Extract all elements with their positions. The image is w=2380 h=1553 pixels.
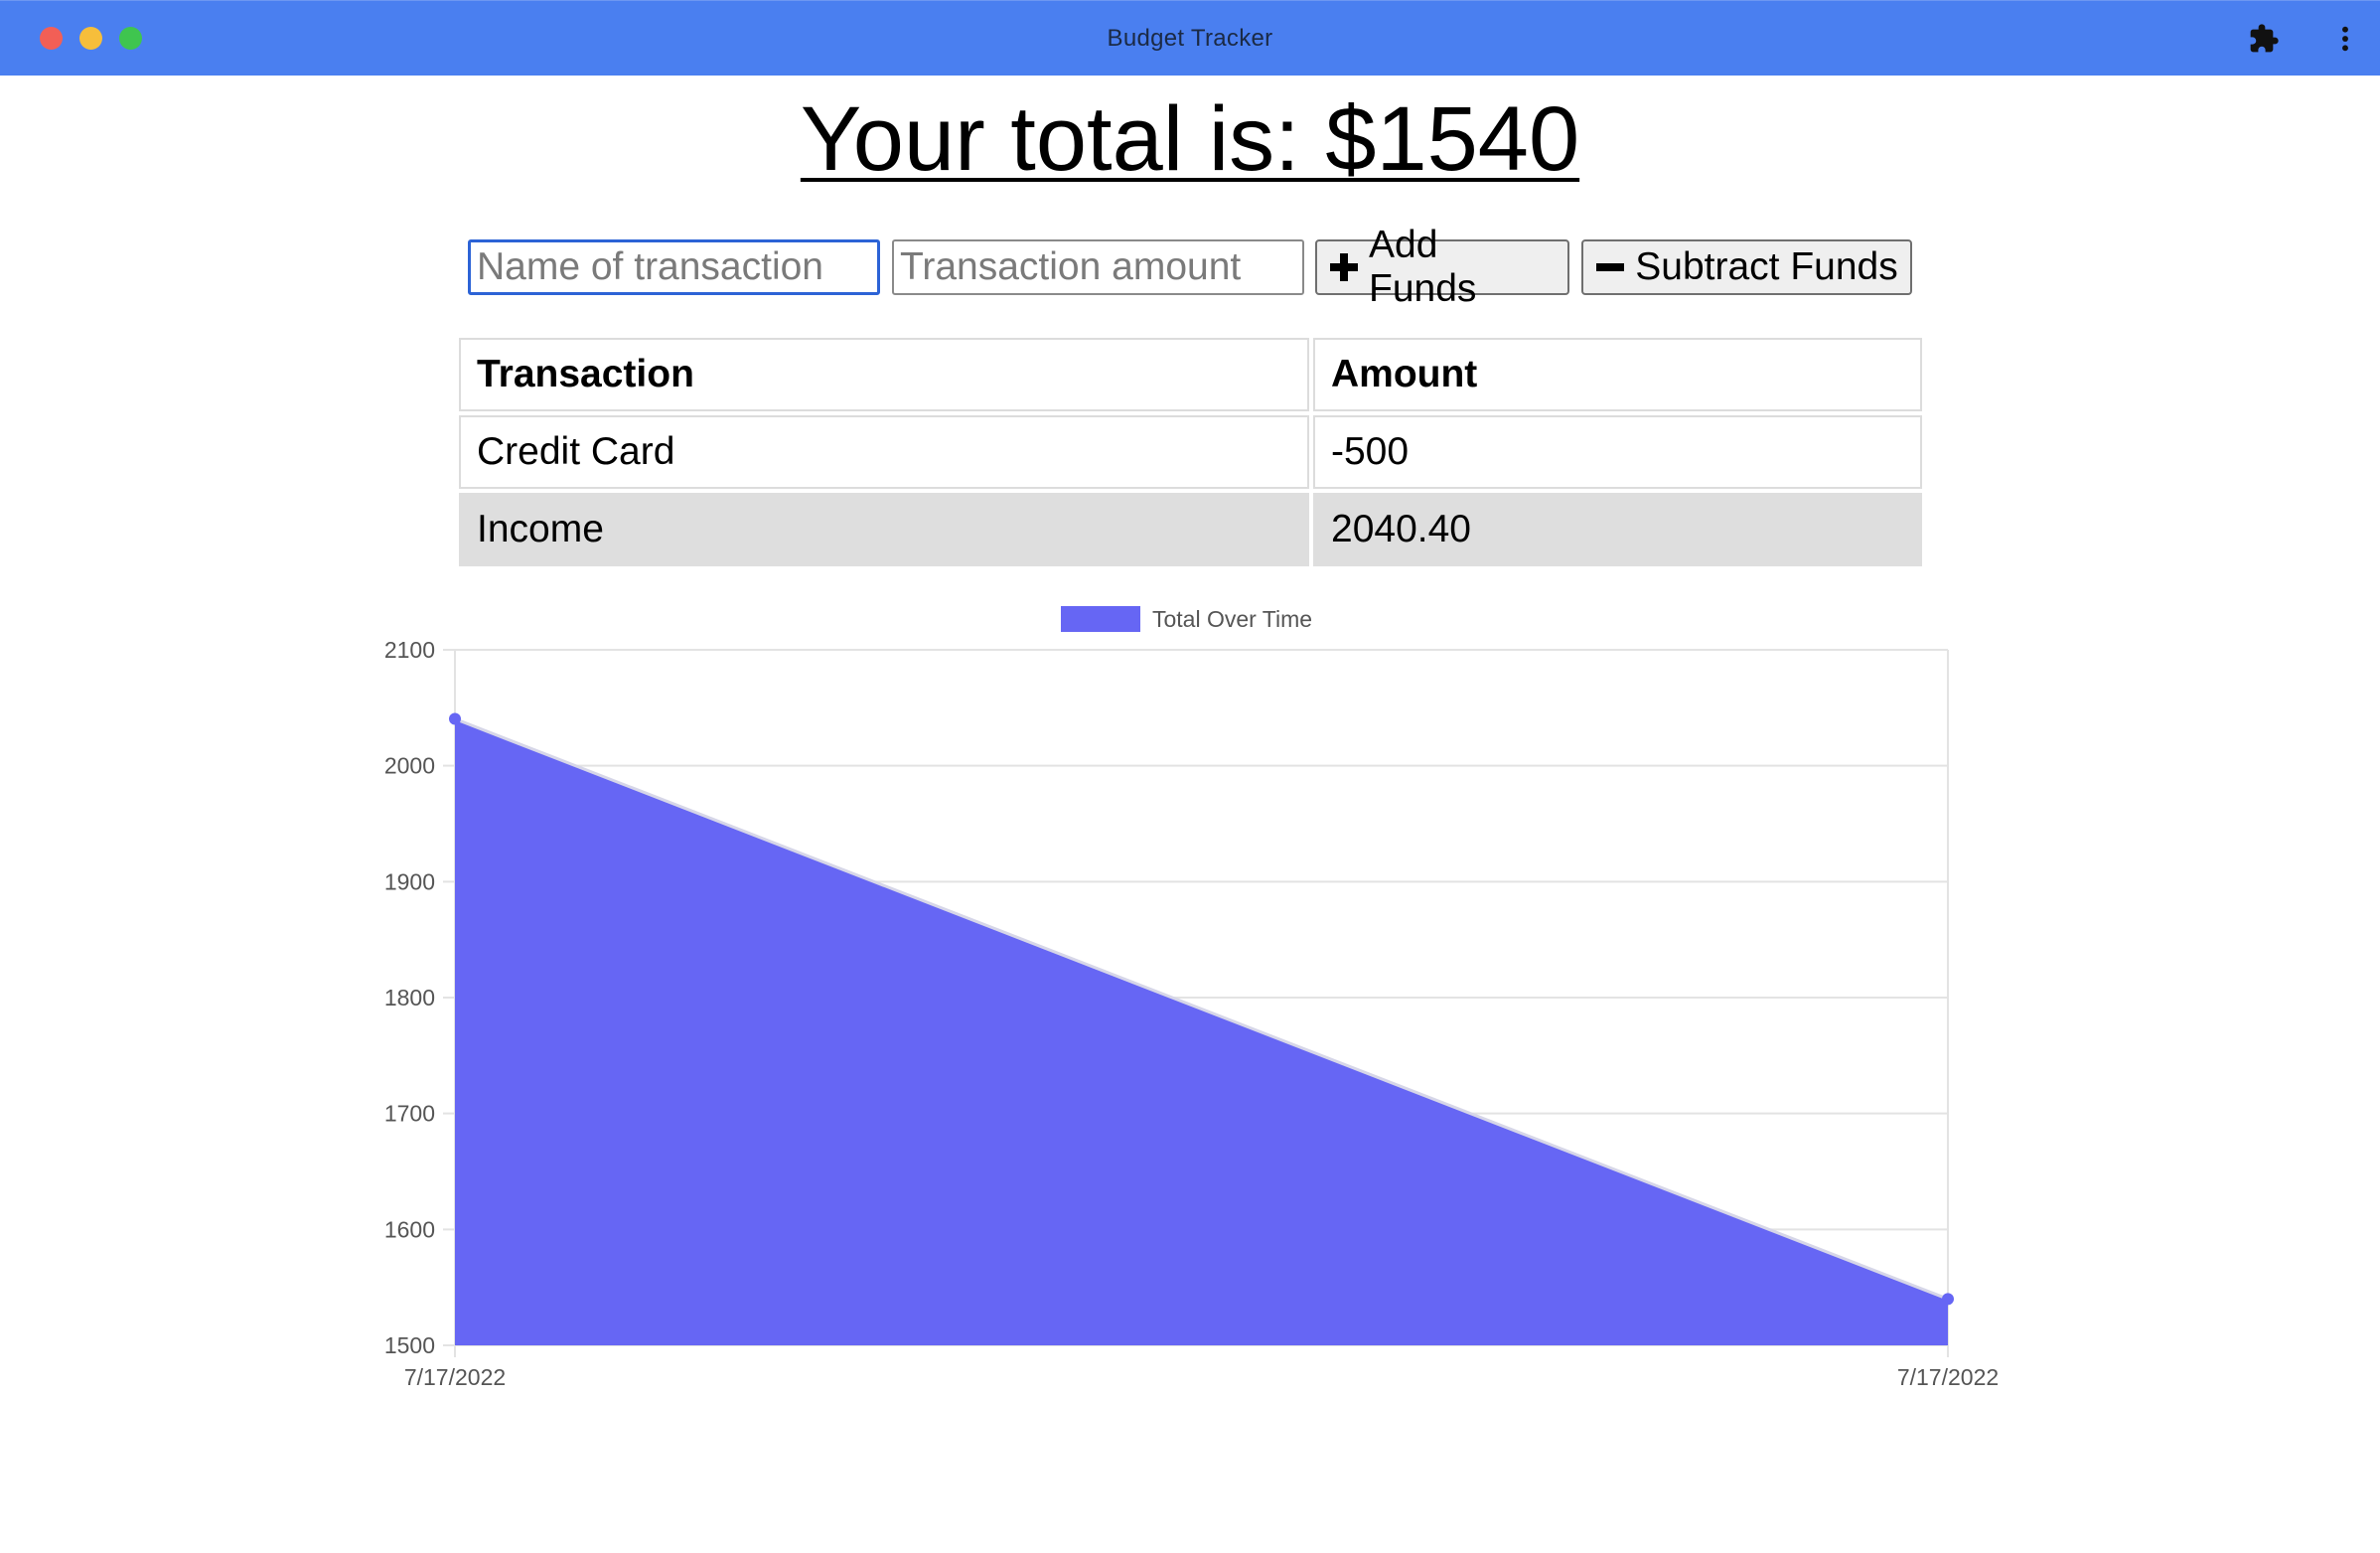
puzzle-piece-icon[interactable] — [2248, 23, 2280, 55]
minus-icon — [1596, 263, 1625, 271]
total-over-time-chart: 1500 1600 1700 1800 1900 2000 2100 Total Over T… — [384, 606, 1999, 1390]
data-point — [1942, 1293, 1954, 1306]
table-header-row: Transaction Amount — [459, 338, 1922, 411]
transaction-name-cell: Credit Card — [459, 415, 1309, 489]
plus-icon — [1330, 253, 1358, 281]
series-area — [455, 718, 1948, 1345]
window-titlebar: Budget Tracker — [0, 0, 2380, 76]
transaction-amount-cell: 2040.40 — [1313, 493, 1922, 566]
add-funds-button[interactable]: Add Funds — [1315, 224, 1569, 310]
y-tick-label: 1800 — [384, 985, 435, 1010]
transaction-name-cell: Income — [459, 493, 1309, 566]
add-funds-label: Add Funds — [1369, 224, 1477, 310]
column-header-amount: Amount — [1313, 338, 1922, 411]
transaction-name-input[interactable] — [468, 239, 880, 295]
window-title: Budget Tracker — [1107, 25, 1273, 52]
data-point — [449, 712, 461, 725]
y-tick-label: 1600 — [384, 1216, 435, 1242]
total-heading: Your total is: $1540 — [800, 88, 1580, 190]
transaction-amount-cell: -500 — [1313, 415, 1922, 489]
legend-label: Total Over Time — [1152, 606, 1312, 632]
y-tick-label: 1900 — [384, 868, 435, 894]
y-tick-label: 2000 — [384, 753, 435, 779]
more-vertical-icon[interactable] — [2329, 23, 2361, 55]
subtract-funds-label: Subtract Funds — [1635, 245, 1898, 288]
y-tick-label: 1700 — [384, 1101, 435, 1127]
subtract-funds-button[interactable]: Subtract Funds — [1581, 239, 1912, 295]
transaction-amount-input[interactable] — [892, 239, 1304, 295]
y-tick-label: 2100 — [384, 637, 435, 663]
table-row: Income 2040.40 — [459, 493, 1922, 566]
column-header-transaction: Transaction — [459, 338, 1309, 411]
legend-swatch — [1061, 606, 1140, 632]
x-tick-label: 7/17/2022 — [1897, 1364, 1999, 1390]
table-row: Credit Card -500 — [459, 415, 1922, 489]
transactions-table: Transaction Amount Credit Card -500 Inco… — [455, 334, 1926, 570]
y-tick-label: 1500 — [384, 1332, 435, 1358]
x-tick-label: 7/17/2022 — [404, 1364, 506, 1390]
